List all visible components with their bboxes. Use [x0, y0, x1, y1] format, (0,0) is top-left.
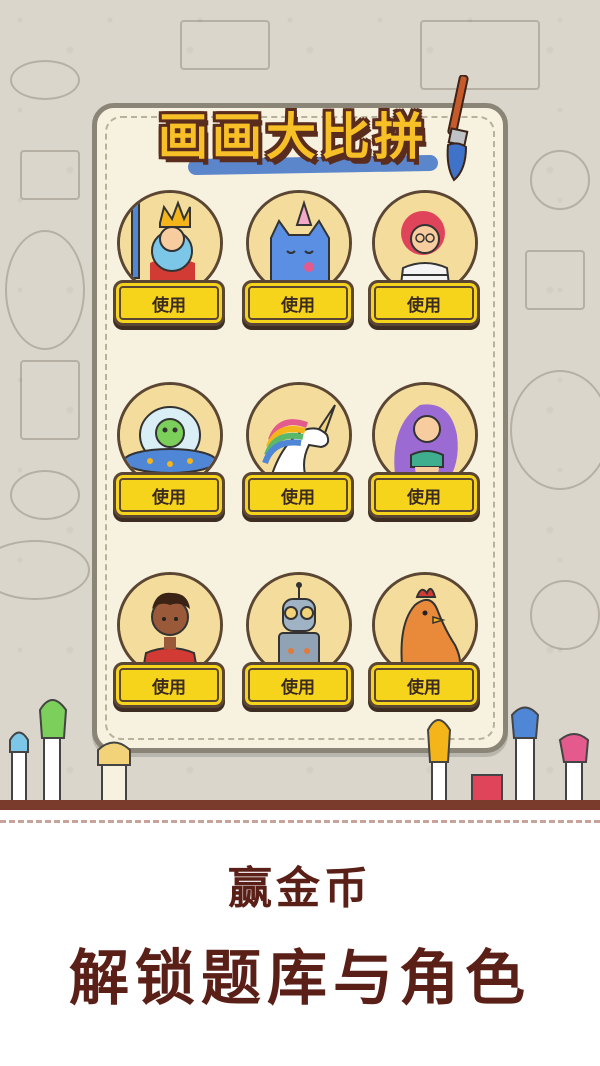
doodle-face: [5, 230, 85, 350]
paintbrush-icon: [510, 706, 540, 805]
doodle-planet: [530, 580, 600, 650]
app-title: 画画大比拼: [158, 108, 428, 166]
paintbrushes-row: [9, 699, 590, 805]
use-button[interactable]: 使用: [113, 472, 225, 518]
doodle-bubble: [10, 470, 80, 520]
doodle-cup: [525, 250, 585, 310]
title-area: 画画大比拼: [128, 75, 488, 182]
doodle-pencils: [180, 20, 270, 70]
character-card-party-cat: 使用: [242, 190, 362, 340]
character-card-unicorn: 使用: [242, 382, 362, 532]
doodle-notebook: [20, 150, 80, 200]
promo-headline: 赢金币: [228, 863, 372, 914]
character-card-artist-girl: 使用: [368, 190, 488, 340]
character-card-mermaid: 使用: [368, 382, 488, 532]
use-button[interactable]: 使用: [113, 280, 225, 326]
paintbrush-icon: [446, 75, 469, 182]
promo-subheadline: 解锁题库与角色: [69, 944, 531, 1014]
dashed-divider: [0, 820, 600, 823]
use-button[interactable]: 使用: [242, 280, 354, 326]
paintbrush-icon: [97, 741, 131, 805]
paintbrush-icon: [38, 699, 68, 805]
doodle-bubble: [10, 60, 80, 100]
doodle-ufo: [0, 540, 90, 600]
use-button[interactable]: 使用: [368, 472, 480, 518]
use-button[interactable]: 使用: [242, 472, 354, 518]
paintbrush-icon: [426, 719, 452, 805]
use-button[interactable]: 使用: [368, 280, 480, 326]
paintbrush-icon: [9, 731, 29, 805]
character-card-king: 使用: [113, 190, 233, 340]
character-card-alien: 使用: [113, 382, 233, 532]
scene-bottom-bar: [0, 800, 600, 810]
doodle-girl: [530, 150, 590, 210]
doodle-books: [20, 360, 80, 440]
paintbrush-icon: [558, 733, 590, 805]
doodle-globe: [510, 370, 600, 490]
